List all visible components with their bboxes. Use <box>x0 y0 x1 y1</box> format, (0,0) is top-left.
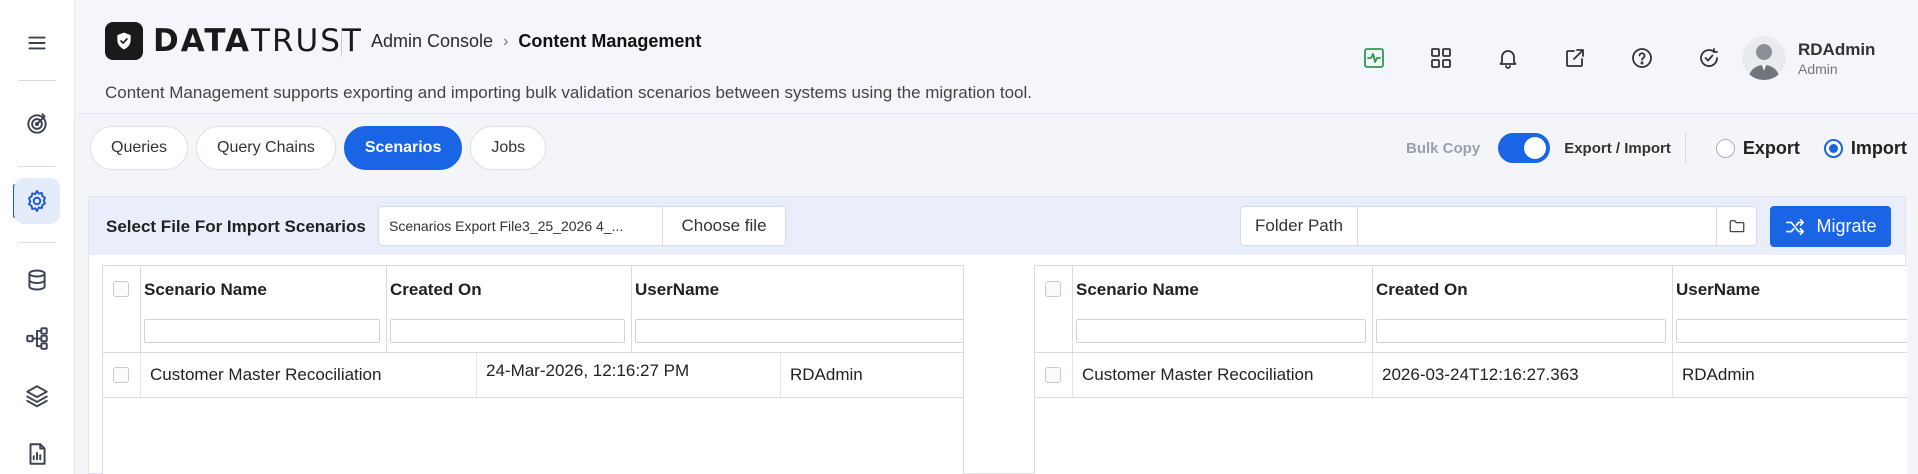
shield-icon <box>105 22 143 60</box>
help-icon[interactable] <box>1608 42 1675 74</box>
sidebar-divider <box>18 80 56 81</box>
table-row[interactable]: Customer Master Recociliation 2026-03-24… <box>1035 353 1907 398</box>
select-all-checkbox[interactable] <box>113 281 129 297</box>
activity-icon[interactable] <box>1340 42 1407 74</box>
filter-created-on[interactable] <box>1376 319 1666 343</box>
choose-file-button[interactable]: Choose file <box>663 207 785 245</box>
tab-queries[interactable]: Queries <box>90 126 189 170</box>
filter-created-on[interactable] <box>390 319 625 343</box>
cell-username: RDAdmin <box>790 365 863 384</box>
check-refresh-icon[interactable] <box>1675 42 1742 74</box>
tab-scenarios[interactable]: Scenarios <box>343 126 463 170</box>
header-divider <box>341 27 342 57</box>
cell-scenario-name: Customer Master Recociliation <box>141 353 477 398</box>
column-scenario-name[interactable]: Scenario Name <box>141 266 387 353</box>
tab-jobs[interactable]: Jobs <box>470 126 547 170</box>
brand-logo[interactable]: DATATRUST <box>105 22 363 60</box>
grid-header: Scenario Name Created On UserName <box>103 266 963 353</box>
selected-file-name: Scenarios Export File3_25_2026 4_... <box>379 207 663 245</box>
sidebar-divider <box>18 166 56 167</box>
user-role: Admin <box>1798 60 1838 77</box>
folder-path-input[interactable] <box>1358 207 1716 245</box>
column-created-on[interactable]: Created On <box>387 266 632 353</box>
target-scenarios-grid: Scenario Name Created On UserName Custom… <box>1034 265 1907 474</box>
grid-icon[interactable] <box>1407 42 1474 74</box>
settings-icon[interactable] <box>14 178 60 224</box>
folder-icon[interactable] <box>1716 207 1756 245</box>
column-username[interactable]: UserName <box>1673 266 1907 353</box>
cell-username: RDAdmin <box>1682 365 1755 384</box>
breadcrumb-admin-console[interactable]: Admin Console <box>371 31 493 52</box>
migrate-icon <box>1786 218 1805 235</box>
top-header: DATATRUST Admin Console › Content Manage… <box>76 0 1918 114</box>
import-radio[interactable]: Import <box>1823 138 1907 159</box>
column-scenario-name[interactable]: Scenario Name <box>1073 266 1373 353</box>
row-checkbox[interactable] <box>113 367 129 383</box>
import-panel: Select File For Import Scenarios Scenari… <box>88 196 1907 474</box>
database-icon[interactable] <box>14 257 60 303</box>
report-icon[interactable] <box>14 431 60 474</box>
folder-path-label: Folder Path <box>1241 207 1358 245</box>
table-row[interactable]: Customer Master Recociliation 24-Mar-202… <box>103 353 963 398</box>
target-icon[interactable] <box>14 101 60 147</box>
header-toolbar <box>1340 42 1742 74</box>
migrate-button[interactable]: Migrate <box>1770 206 1891 247</box>
filter-scenario-name[interactable] <box>144 319 380 343</box>
content-type-tabs: Queries Query Chains Scenarios Jobs <box>90 126 547 170</box>
avatar <box>1742 36 1786 80</box>
brand-name: DATATRUST <box>153 23 363 59</box>
file-picker[interactable]: Scenarios Export File3_25_2026 4_... Cho… <box>378 206 786 246</box>
source-scenarios-grid: Scenario Name Created On UserName Custom… <box>102 265 964 474</box>
folder-path-field: Folder Path <box>1240 206 1757 246</box>
import-file-label: Select File For Import Scenarios <box>106 217 366 236</box>
column-created-on[interactable]: Created On <box>1373 266 1673 353</box>
filter-username[interactable] <box>635 319 963 343</box>
mode-controls: Bulk Copy Export / Import Export Import <box>1406 133 1907 163</box>
page-description: Content Management supports exporting an… <box>105 83 1033 102</box>
user-name: RDAdmin <box>1798 39 1876 59</box>
mode-divider <box>1684 133 1686 163</box>
export-radio-circle[interactable] <box>1715 138 1735 158</box>
menu-icon[interactable] <box>14 20 60 66</box>
filter-username[interactable] <box>1676 319 1907 343</box>
hierarchy-icon[interactable] <box>14 315 60 361</box>
sidebar-divider <box>18 242 56 243</box>
bulk-copy-label: Bulk Copy <box>1406 139 1481 157</box>
left-sidebar <box>0 0 75 474</box>
breadcrumb: Admin Console › Content Management <box>371 31 701 52</box>
row-checkbox[interactable] <box>1045 367 1061 383</box>
breadcrumb-separator: › <box>503 32 509 50</box>
external-link-icon[interactable] <box>1541 42 1608 74</box>
import-radio-circle[interactable] <box>1823 138 1843 158</box>
layers-icon[interactable] <box>14 373 60 419</box>
user-menu[interactable]: RDAdmin Admin <box>1742 36 1875 80</box>
mode-toggle[interactable] <box>1498 133 1551 163</box>
import-file-bar: Select File For Import Scenarios Scenari… <box>89 197 1905 255</box>
cell-created-on: 24-Mar-2026, 12:16:27 PM <box>477 353 781 398</box>
column-username[interactable]: UserName <box>632 266 963 353</box>
page-title: Content Management <box>518 31 702 51</box>
grid-header: Scenario Name Created On UserName <box>1035 266 1907 353</box>
tab-query-chains[interactable]: Query Chains <box>196 126 336 170</box>
filter-scenario-name[interactable] <box>1076 319 1366 343</box>
select-all-checkbox[interactable] <box>1045 281 1061 297</box>
export-import-label: Export / Import <box>1564 139 1671 157</box>
bell-icon[interactable] <box>1474 42 1541 74</box>
export-radio[interactable]: Export <box>1715 138 1800 159</box>
cell-scenario-name: Customer Master Recociliation <box>1073 353 1373 398</box>
cell-created-on: 2026-03-24T12:16:27.363 <box>1373 353 1673 398</box>
